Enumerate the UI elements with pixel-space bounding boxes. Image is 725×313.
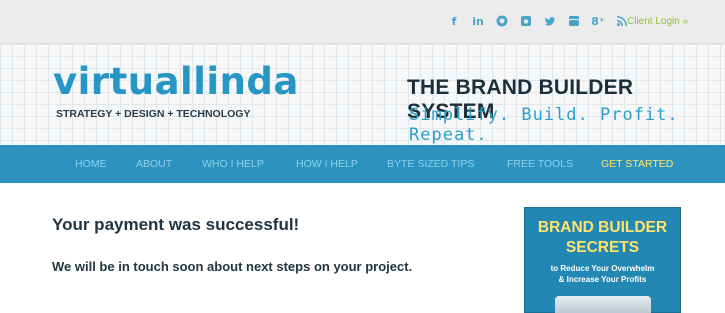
nav-item-who-i-help[interactable]: WHO I HELP — [202, 158, 264, 170]
promo-title-line-2: SECRETS — [565, 239, 640, 256]
logo-tagline: STRATEGY + DESIGN + TECHNOLOGY — [56, 108, 251, 120]
brand-subtitle: Simplify. Build. Profit. Repeat. — [409, 105, 679, 145]
nav-item-byte-sized-tips[interactable]: BYTE SIZED TIPS — [387, 158, 474, 170]
twitter-icon[interactable] — [543, 14, 557, 28]
nav-item-how-i-help[interactable]: HOW I HELP — [296, 158, 358, 170]
main-nav: HOME ABOUT WHO I HELP HOW I HELP BYTE SI… — [0, 145, 725, 183]
page-title: Your payment was successful! — [52, 215, 300, 234]
promo-title-line-1: BRAND BUILDER — [537, 219, 668, 236]
promo-banner[interactable]: BRAND BUILDER SECRETS to Reduce Your Ove… — [524, 207, 681, 313]
pinterest-icon[interactable] — [495, 14, 509, 28]
top-bar: f in 8⁺ Client Login » — [0, 0, 725, 44]
site-header: virtuallinda STRATEGY + DESIGN + TECHNOL… — [0, 44, 725, 145]
nav-item-free-tools[interactable]: FREE TOOLS — [507, 158, 573, 170]
nav-item-home[interactable]: HOME — [75, 158, 107, 170]
promo-subtitle-line-2: & Increase Your Profits — [558, 275, 647, 284]
confirmation-message: We will be in touch soon about next step… — [52, 259, 413, 274]
promo-book-image — [555, 296, 651, 313]
nav-item-get-started[interactable]: GET STARTED — [601, 158, 673, 170]
social-icons: f in 8⁺ — [447, 14, 639, 28]
google-plus-icon[interactable]: 8⁺ — [591, 14, 605, 28]
site-logo[interactable]: virtuallinda — [53, 60, 299, 103]
facebook-icon[interactable]: f — [447, 14, 461, 28]
youtube-icon[interactable] — [567, 14, 581, 28]
linkedin-icon[interactable]: in — [471, 14, 485, 28]
client-login-link[interactable]: Client Login » — [627, 16, 688, 27]
instagram-icon[interactable] — [519, 14, 533, 28]
nav-item-about[interactable]: ABOUT — [136, 158, 172, 170]
promo-title: BRAND BUILDER SECRETS — [525, 218, 680, 258]
promo-subtitle-line-1: to Reduce Your Overwhelm — [550, 264, 655, 273]
promo-subtitle: to Reduce Your Overwhelm & Increase Your… — [525, 263, 680, 285]
